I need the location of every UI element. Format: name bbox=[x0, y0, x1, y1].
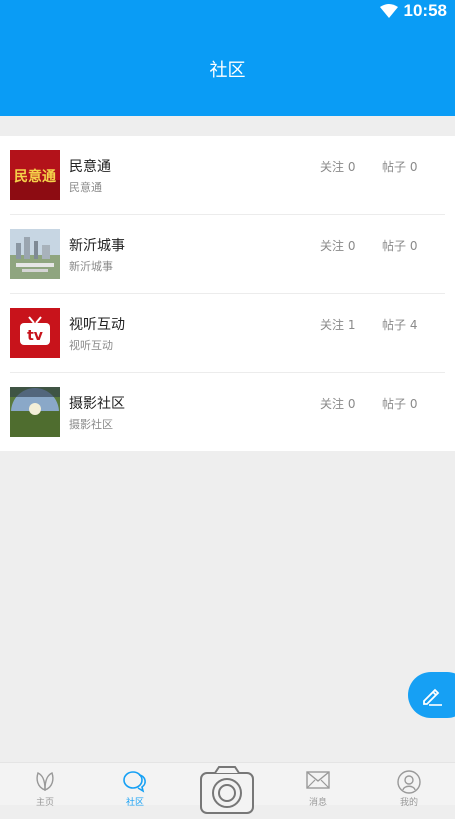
community-list: 民意通 民意通 民意通 关注 0 帖子 0 新沂城事 新沂城事 关注 0 帖子 … bbox=[0, 136, 455, 451]
tab-messages[interactable]: 消息 bbox=[273, 763, 363, 808]
follow-count: 关注 0 bbox=[320, 239, 356, 253]
status-bar: 10:58 bbox=[379, 0, 447, 22]
tab-label: 社区 bbox=[125, 798, 144, 808]
community-thumbnail bbox=[10, 229, 60, 279]
tab-home[interactable]: 主页 bbox=[0, 763, 90, 808]
community-thumbnail: tv bbox=[10, 308, 60, 358]
tab-label: 我的 bbox=[399, 798, 418, 808]
community-thumbnail bbox=[10, 387, 60, 437]
status-time: 10:58 bbox=[403, 1, 447, 20]
community-title: 民意通 bbox=[69, 159, 111, 175]
post-count: 帖子 0 bbox=[382, 160, 418, 174]
user-icon bbox=[397, 770, 421, 794]
post-count: 帖子 0 bbox=[382, 239, 418, 253]
post-count: 帖子 0 bbox=[382, 397, 418, 411]
post-count: 帖子 4 bbox=[382, 318, 418, 332]
community-item-shiting[interactable]: tv 视听互动 视听互动 关注 1 帖子 4 bbox=[0, 294, 455, 373]
wifi-icon bbox=[379, 4, 398, 18]
follow-count: 关注 0 bbox=[320, 397, 356, 411]
envelope-icon bbox=[306, 771, 330, 789]
pencil-icon bbox=[423, 688, 442, 706]
community-subtitle: 视听互动 bbox=[69, 339, 113, 352]
community-thumbnail: 民意通 bbox=[10, 150, 60, 200]
community-item-minyitong[interactable]: 民意通 民意通 民意通 关注 0 帖子 0 bbox=[0, 136, 455, 215]
camera-button[interactable] bbox=[200, 765, 254, 815]
community-item-xinyi[interactable]: 新沂城事 新沂城事 关注 0 帖子 0 bbox=[0, 215, 455, 294]
chat-bubbles-icon bbox=[123, 771, 146, 793]
tab-label: 主页 bbox=[35, 798, 54, 808]
community-subtitle: 民意通 bbox=[69, 181, 102, 194]
community-subtitle: 摄影社区 bbox=[69, 418, 113, 431]
camera-icon bbox=[200, 766, 254, 814]
thumbnail-text: 民意通 bbox=[14, 168, 56, 185]
page-title: 社区 bbox=[209, 60, 246, 81]
thumbnail-text: tv bbox=[27, 328, 43, 344]
community-title: 视听互动 bbox=[69, 317, 125, 333]
follow-count: 关注 0 bbox=[320, 160, 356, 174]
tab-label: 消息 bbox=[308, 798, 327, 808]
follow-count: 关注 1 bbox=[320, 318, 356, 332]
leaf-icon bbox=[36, 772, 54, 792]
tab-profile[interactable]: 我的 bbox=[364, 763, 454, 808]
compose-post-button[interactable] bbox=[408, 672, 455, 718]
header-bar: 10:58 社区 bbox=[0, 0, 455, 116]
tab-community[interactable]: 社区 bbox=[90, 763, 180, 808]
community-title: 摄影社区 bbox=[69, 396, 125, 412]
community-subtitle: 新沂城事 bbox=[69, 260, 113, 273]
community-title: 新沂城事 bbox=[69, 238, 125, 254]
community-item-sheying[interactable]: 摄影社区 摄影社区 关注 0 帖子 0 bbox=[0, 373, 455, 452]
